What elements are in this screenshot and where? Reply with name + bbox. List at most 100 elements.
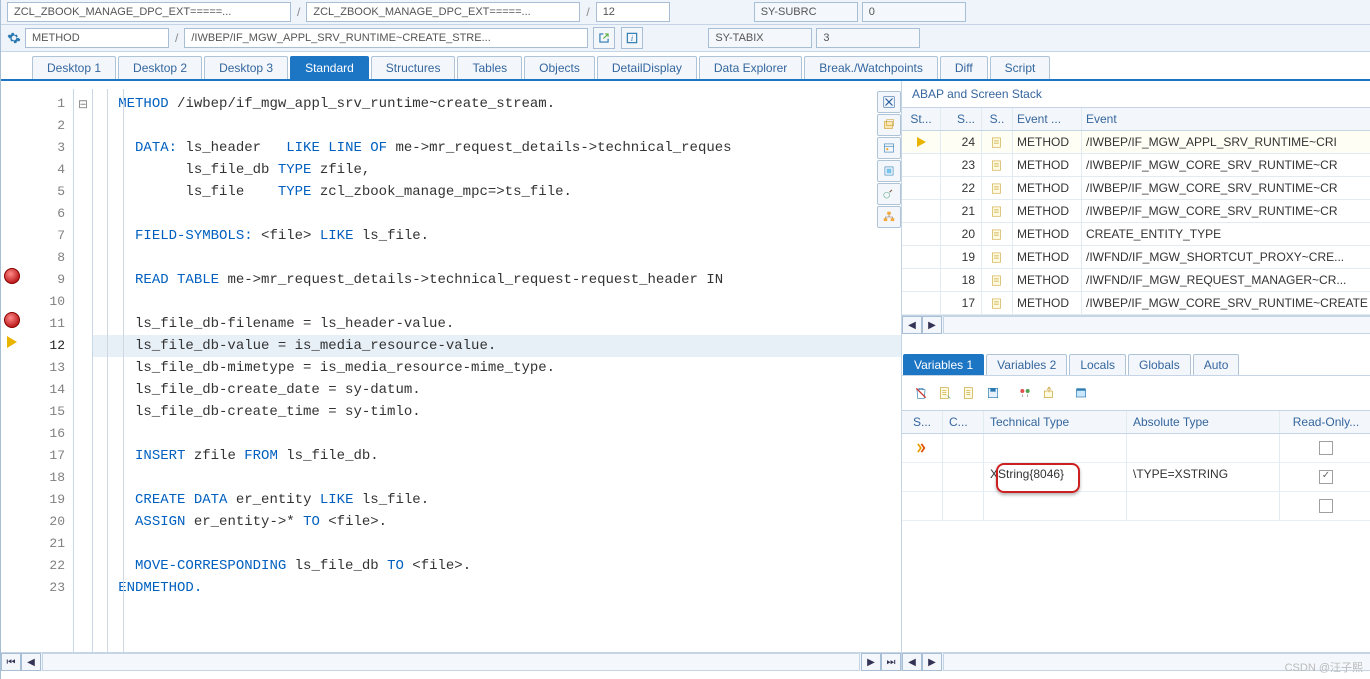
code-line[interactable]: ls_file_db-create_time = sy-timlo. bbox=[93, 401, 901, 423]
col-type-icon[interactable]: S.. bbox=[982, 108, 1013, 130]
code-line[interactable]: ls_file_db TYPE zfile, bbox=[93, 159, 901, 181]
tab-standard[interactable]: Standard bbox=[290, 56, 369, 79]
source-editor[interactable]: METHOD /iwbep/if_mgw_appl_srv_runtime~cr… bbox=[93, 89, 901, 652]
export-icon[interactable] bbox=[1038, 382, 1060, 404]
close-icon[interactable] bbox=[877, 91, 901, 113]
vars-tab-variables-2[interactable]: Variables 2 bbox=[986, 354, 1067, 375]
line-number-gutter[interactable]: 1234567891011121314151617181920212223 bbox=[23, 89, 74, 652]
code-line[interactable]: READ TABLE me->mr_request_details->techn… bbox=[93, 269, 901, 291]
readonly-checkbox[interactable] bbox=[1319, 441, 1333, 455]
breakpoint-icon[interactable] bbox=[4, 312, 20, 328]
line-field[interactable]: 12 bbox=[596, 2, 670, 22]
scroll-right-icon[interactable]: ▶ bbox=[922, 316, 942, 334]
tab-diff[interactable]: Diff bbox=[940, 56, 988, 79]
edit-icon[interactable] bbox=[877, 183, 901, 205]
tab-detaildisplay[interactable]: DetailDisplay bbox=[597, 56, 697, 79]
display-object-icon[interactable] bbox=[877, 160, 901, 182]
stack-row[interactable]: 17METHOD/IWBEP/IF_MGW_CORE_SRV_RUNTIME~C… bbox=[902, 292, 1370, 315]
sheet-add-icon[interactable] bbox=[934, 382, 956, 404]
tab-data-explorer[interactable]: Data Explorer bbox=[699, 56, 802, 79]
code-line[interactable]: ls_file_db-mimetype = is_media_resource-… bbox=[93, 357, 901, 379]
vars-tab-locals[interactable]: Locals bbox=[1069, 354, 1126, 375]
code-line[interactable] bbox=[93, 203, 901, 225]
info-icon[interactable]: i bbox=[621, 27, 643, 49]
col-absolute-type[interactable]: Absolute Type bbox=[1127, 411, 1280, 433]
code-line[interactable]: MOVE-CORRESPONDING ls_file_db TO <file>. bbox=[93, 555, 901, 577]
method-field[interactable]: /IWBEP/IF_MGW_APPL_SRV_RUNTIME~CREATE_ST… bbox=[184, 28, 588, 48]
code-line[interactable]: ls_file_db-value = is_media_resource-val… bbox=[93, 335, 901, 357]
variable-row[interactable]: XString{8046}\TYPE=XSTRING bbox=[902, 463, 1370, 492]
col-technical-type[interactable]: Technical Type bbox=[984, 411, 1127, 433]
code-line[interactable] bbox=[93, 247, 901, 269]
stack-row[interactable]: 20METHODCREATE_ENTITY_TYPE bbox=[902, 223, 1370, 246]
readonly-checkbox[interactable] bbox=[1319, 499, 1333, 513]
hierarchy-icon[interactable] bbox=[877, 206, 901, 228]
code-line[interactable] bbox=[93, 533, 901, 555]
col-vars-status[interactable]: S... bbox=[902, 411, 943, 433]
code-line[interactable]: METHOD /iwbep/if_mgw_appl_srv_runtime~cr… bbox=[93, 93, 901, 115]
code-line[interactable]: ls_file_db-filename = ls_header-value. bbox=[93, 313, 901, 335]
vars-tab-variables-1[interactable]: Variables 1 bbox=[903, 354, 984, 375]
compare-icon[interactable] bbox=[1014, 382, 1036, 404]
event-kind-field[interactable]: METHOD bbox=[25, 28, 169, 48]
col-event-text[interactable]: Event bbox=[1082, 108, 1370, 130]
tab-objects[interactable]: Objects bbox=[524, 56, 595, 79]
tab-desktop-2[interactable]: Desktop 2 bbox=[118, 56, 202, 79]
tab-break-watchpoints[interactable]: Break./Watchpoints bbox=[804, 56, 938, 79]
services-icon[interactable] bbox=[877, 137, 901, 159]
scroll-right-icon[interactable]: ▶ bbox=[922, 653, 942, 671]
sheet-icon[interactable] bbox=[958, 382, 980, 404]
tab-structures[interactable]: Structures bbox=[371, 56, 456, 79]
code-line[interactable]: ls_file_db-create_date = sy-datum. bbox=[93, 379, 901, 401]
col-read-only[interactable]: Read-Only... bbox=[1280, 411, 1370, 433]
code-line[interactable]: CREATE DATA er_entity LIKE ls_file. bbox=[93, 489, 901, 511]
code-line[interactable]: INSERT zfile FROM ls_file_db. bbox=[93, 445, 901, 467]
vars-tab-globals[interactable]: Globals bbox=[1128, 354, 1191, 375]
h-scrollbar[interactable]: ⏮ ◀ ▶ ⏭ bbox=[1, 652, 901, 671]
variables-scrollbar[interactable]: ◀ ▶ bbox=[902, 652, 1370, 671]
program-field-1[interactable]: ZCL_ZBOOK_MANAGE_DPC_EXT=====... bbox=[7, 2, 291, 22]
navigate-icon[interactable] bbox=[593, 27, 615, 49]
scroll-left-icon[interactable]: ◀ bbox=[902, 316, 922, 334]
scroll-first-icon[interactable]: ⏮ bbox=[1, 653, 21, 671]
col-event-kind[interactable]: Event ... bbox=[1013, 108, 1082, 130]
col-status[interactable]: St... bbox=[902, 108, 941, 130]
breakpoint-icon[interactable] bbox=[4, 268, 20, 284]
new-window-icon[interactable] bbox=[877, 114, 901, 136]
scroll-right-icon[interactable]: ▶ bbox=[861, 653, 881, 671]
breakpoint-gutter[interactable] bbox=[1, 89, 23, 652]
col-depth[interactable]: S... bbox=[941, 108, 982, 130]
settings-icon[interactable] bbox=[7, 31, 21, 45]
variable-row[interactable] bbox=[902, 492, 1370, 521]
fold-gutter[interactable]: ⊟ bbox=[74, 89, 93, 652]
stack-row[interactable]: 24METHOD/IWBEP/IF_MGW_APPL_SRV_RUNTIME~C… bbox=[902, 131, 1370, 154]
code-line[interactable] bbox=[93, 423, 901, 445]
stack-row[interactable]: 18METHOD/IWFND/IF_MGW_REQUEST_MANAGER~CR… bbox=[902, 269, 1370, 292]
code-line[interactable]: ASSIGN er_entity->* TO <file>. bbox=[93, 511, 901, 533]
scroll-last-icon[interactable]: ⏭ bbox=[881, 653, 901, 671]
code-line[interactable]: ls_file TYPE zcl_zbook_manage_mpc=>ts_fi… bbox=[93, 181, 901, 203]
vars-tab-auto[interactable]: Auto bbox=[1193, 354, 1240, 375]
scroll-left-icon[interactable]: ◀ bbox=[21, 653, 41, 671]
readonly-checkbox[interactable] bbox=[1319, 470, 1333, 484]
stack-scrollbar[interactable]: ◀ ▶ bbox=[902, 315, 1370, 334]
tab-desktop-3[interactable]: Desktop 3 bbox=[204, 56, 288, 79]
save-layout-icon[interactable] bbox=[982, 382, 1004, 404]
stack-row[interactable]: 22METHOD/IWBEP/IF_MGW_CORE_SRV_RUNTIME~C… bbox=[902, 177, 1370, 200]
tab-tables[interactable]: Tables bbox=[457, 56, 522, 79]
tab-desktop-1[interactable]: Desktop 1 bbox=[32, 56, 116, 79]
code-line[interactable] bbox=[93, 467, 901, 489]
program-field-2[interactable]: ZCL_ZBOOK_MANAGE_DPC_EXT=====... bbox=[306, 2, 580, 22]
code-line[interactable] bbox=[93, 115, 901, 137]
stack-row[interactable]: 23METHOD/IWBEP/IF_MGW_CORE_SRV_RUNTIME~C… bbox=[902, 154, 1370, 177]
code-line[interactable]: FIELD-SYMBOLS: <file> LIKE ls_file. bbox=[93, 225, 901, 247]
scroll-left-icon[interactable]: ◀ bbox=[902, 653, 922, 671]
code-line[interactable] bbox=[93, 291, 901, 313]
tab-script[interactable]: Script bbox=[990, 56, 1051, 79]
watchpoint-icon[interactable] bbox=[1070, 382, 1092, 404]
code-line[interactable]: ENDMETHOD. bbox=[93, 577, 901, 599]
delete-icon[interactable] bbox=[910, 382, 932, 404]
code-line[interactable]: DATA: ls_header LIKE LINE OF me->mr_requ… bbox=[93, 137, 901, 159]
col-vars-c[interactable]: C... bbox=[943, 411, 984, 433]
stack-row[interactable]: 21METHOD/IWBEP/IF_MGW_CORE_SRV_RUNTIME~C… bbox=[902, 200, 1370, 223]
